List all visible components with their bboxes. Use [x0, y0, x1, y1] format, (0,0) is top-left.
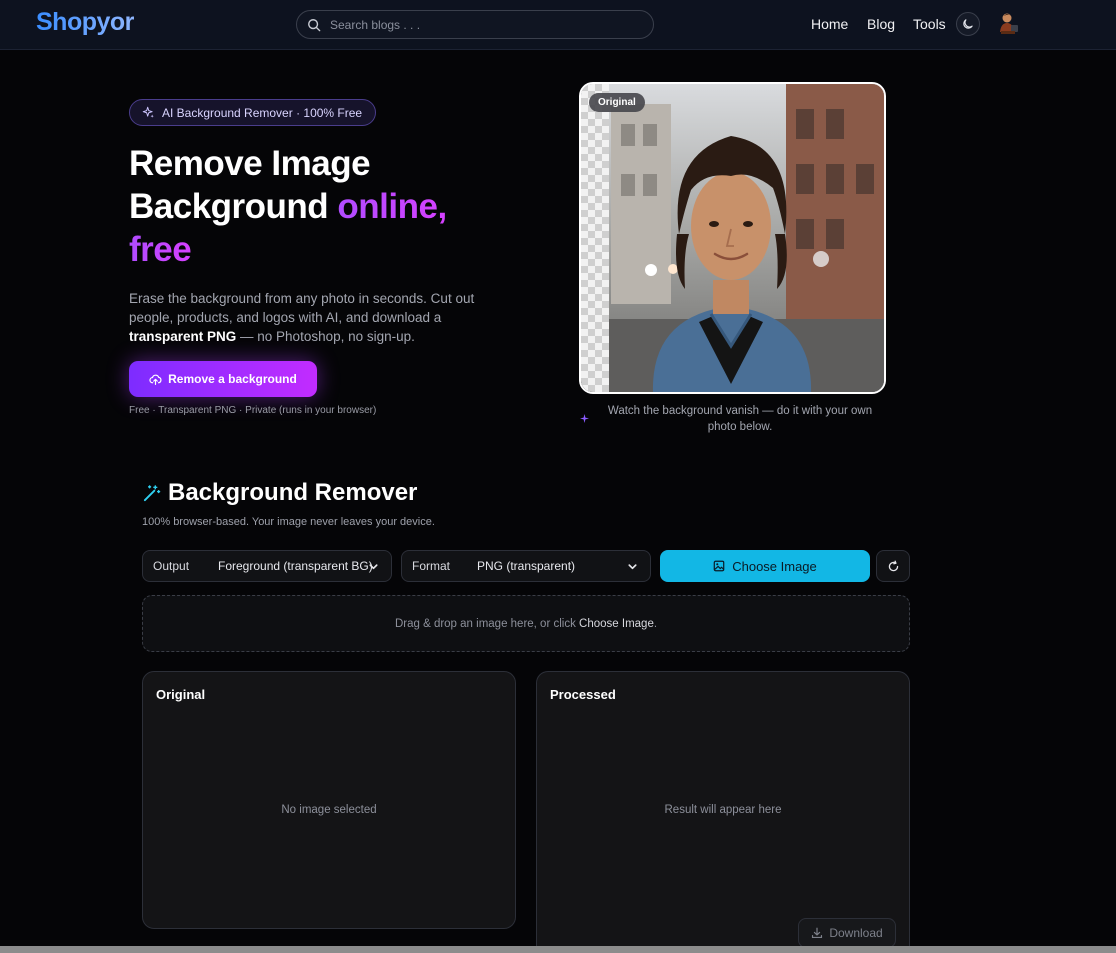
hero-desc-suffix: — no Photoshop, no sign-up.	[236, 329, 415, 344]
original-image-tag: Original	[589, 93, 645, 112]
original-panel: Original No image selected	[142, 671, 516, 929]
refresh-icon	[888, 560, 898, 571]
output-select[interactable]: Output Foreground (transparent BG)	[142, 550, 392, 582]
nav-home[interactable]: Home	[811, 16, 848, 32]
original-panel-title: Original	[156, 687, 206, 702]
hero-title-accent-free: free	[129, 230, 192, 269]
processed-panel-title: Processed	[550, 687, 616, 702]
choose-image-label: Choose Image	[732, 558, 817, 574]
hero-badge: AI Background Remover · 100% Free	[129, 99, 377, 126]
magic-wand-icon	[143, 484, 161, 501]
hero-title-line2: Background	[129, 187, 338, 226]
hero-image-caption: Watch the background vanish — do it with…	[607, 405, 873, 433]
chevron-down-icon	[628, 564, 637, 570]
download-button[interactable]: Download	[798, 918, 896, 948]
hero-desc-prefix: Erase the background from any photo in s…	[129, 291, 475, 325]
remove-background-button[interactable]: Remove a background	[129, 361, 317, 397]
original-empty-message: No image selected	[281, 804, 377, 816]
format-select[interactable]: Format PNG (transparent)	[401, 550, 651, 582]
hero-description: Erase the background from any photo in s…	[129, 289, 489, 346]
search-icon	[308, 18, 321, 31]
hero-title-accent-online: online,	[337, 187, 447, 226]
site-logo[interactable]: Shopyor	[36, 8, 134, 37]
hero-badge-text: AI Background Remover · 100% Free	[162, 105, 363, 120]
tool-title-text: Background Remover	[168, 479, 418, 506]
tool-subtitle: 100% browser-based. Your image never lea…	[142, 516, 435, 528]
format-value: PNG (transparent)	[477, 559, 576, 573]
dropzone-suffix: .	[653, 617, 658, 630]
search-input[interactable]	[330, 17, 630, 32]
moon-icon	[963, 19, 973, 29]
tool-section-title: Background Remover	[142, 479, 417, 507]
choose-image-button[interactable]: Choose Image	[660, 550, 870, 582]
hero-title: Remove Image Background online, free	[129, 142, 549, 271]
nav-tools[interactable]: Tools	[913, 16, 946, 32]
output-value: Foreground (transparent BG)	[218, 559, 373, 573]
hero-demo-image	[579, 82, 886, 394]
cloud-upload-icon	[149, 374, 162, 385]
theme-toggle-button[interactable]	[956, 12, 980, 36]
sparkle-icon	[580, 414, 589, 423]
processed-empty-message: Result will appear here	[664, 804, 782, 816]
nav-blog[interactable]: Blog	[867, 16, 895, 32]
dropzone-prefix: Drag & drop an image here, or click	[394, 617, 580, 630]
top-navbar: Shopyor Home Blog Tools	[0, 0, 1116, 50]
processed-panel: Processed Result will appear here	[536, 671, 910, 953]
dropzone-choose-link[interactable]: Choose Image	[579, 618, 654, 630]
download-label: Download	[829, 926, 883, 940]
image-icon	[713, 560, 725, 572]
search-bar[interactable]	[296, 10, 654, 39]
image-dropzone[interactable]: Drag & drop an image here, or click Choo…	[142, 595, 910, 652]
hero-title-line1: Remove Image	[129, 144, 371, 183]
reset-button[interactable]	[876, 550, 910, 582]
dropzone-text: Drag & drop an image here, or click Choo…	[395, 618, 657, 630]
output-label: Output	[153, 559, 190, 573]
chevron-down-icon	[369, 564, 378, 570]
download-icon	[812, 927, 823, 939]
hero-desc-bold: transparent PNG	[129, 329, 237, 344]
format-label: Format	[412, 559, 451, 573]
window-bottom-bar	[0, 946, 1116, 953]
user-avatar[interactable]	[997, 12, 1019, 36]
sparkle-icon	[142, 106, 154, 118]
remove-background-label: Remove a background	[168, 372, 297, 386]
hero-note: Free · Transparent PNG · Private (runs i…	[129, 405, 377, 416]
